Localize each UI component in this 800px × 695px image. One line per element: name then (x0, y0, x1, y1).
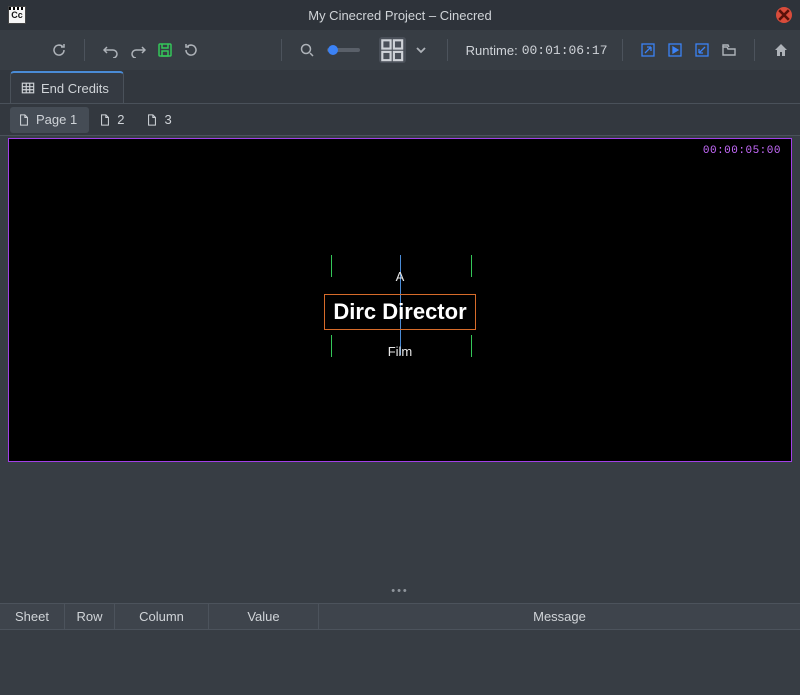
toolbar: Runtime: 00:01:06:17 (0, 30, 800, 70)
guide-marker (471, 255, 472, 277)
close-button[interactable] (776, 7, 792, 23)
refresh-icon (51, 42, 67, 58)
page-tab-3[interactable]: 3 (138, 107, 183, 133)
layout-grid-button[interactable] (379, 37, 405, 63)
col-row[interactable]: Row (65, 604, 115, 629)
open-folder-button[interactable] (717, 37, 740, 63)
search-icon (299, 42, 315, 58)
page-tab-2-label: 2 (117, 112, 124, 127)
chevron-down-icon (413, 42, 429, 58)
zoom-slider-knob[interactable] (328, 45, 338, 55)
app-icon: Cc (8, 6, 26, 24)
undo-icon (103, 42, 119, 58)
close-icon (776, 7, 792, 23)
page-icon (18, 114, 30, 126)
play-start-icon (640, 42, 656, 58)
revert-button[interactable] (180, 37, 203, 63)
redo-icon (130, 42, 146, 58)
zoom-slider[interactable] (327, 48, 361, 52)
save-icon (157, 42, 173, 58)
undo-button[interactable] (99, 37, 122, 63)
page-tab-3-label: 3 (164, 112, 171, 127)
refresh-button[interactable] (47, 37, 70, 63)
tab-end-credits[interactable]: End Credits (10, 71, 124, 103)
revert-icon (183, 42, 199, 58)
splitter-handle[interactable]: ••• (391, 585, 409, 597)
messages-table: Sheet Row Column Value Message (0, 603, 800, 695)
spreadsheet-icon (21, 81, 35, 95)
save-button[interactable] (153, 37, 176, 63)
canvas-timecode: 00:00:05:00 (703, 145, 781, 157)
col-column[interactable]: Column (115, 604, 209, 629)
home-button[interactable] (769, 37, 792, 63)
page-icon (99, 114, 111, 126)
zoom-button[interactable] (296, 37, 319, 63)
page-tab-1[interactable]: Page 1 (10, 107, 89, 133)
window-title: My Cinecred Project – Cinecred (0, 8, 800, 23)
play-icon (667, 42, 683, 58)
canvas-wrapper: 00:00:05:00 A Dirc Director Film (0, 136, 800, 464)
runtime-label: Runtime: (466, 43, 518, 58)
main-tab-bar: End Credits (0, 70, 800, 104)
grid-icon (379, 37, 405, 63)
page-icon (146, 114, 158, 126)
table-body (0, 630, 800, 695)
col-value[interactable]: Value (209, 604, 319, 629)
page-tab-2[interactable]: 2 (91, 107, 136, 133)
play-start-button[interactable] (636, 37, 659, 63)
redo-button[interactable] (126, 37, 149, 63)
runtime-value: 00:01:06:17 (522, 43, 608, 58)
credit-top-line: A (396, 269, 405, 284)
play-end-button[interactable] (690, 37, 713, 63)
tab-end-credits-label: End Credits (41, 81, 109, 96)
play-button[interactable] (663, 37, 686, 63)
title-bar: Cc My Cinecred Project – Cinecred (0, 0, 800, 30)
credit-main-line[interactable]: Dirc Director (324, 294, 475, 330)
col-message[interactable]: Message (319, 604, 800, 629)
layout-dropdown[interactable] (410, 37, 433, 63)
page-tab-1-label: Page 1 (36, 112, 77, 127)
home-icon (773, 42, 789, 58)
folder-open-icon (721, 42, 737, 58)
table-header: Sheet Row Column Value Message (0, 604, 800, 630)
play-end-icon (694, 42, 710, 58)
credit-sub-line: Film (388, 344, 413, 359)
empty-panel: ••• (0, 464, 800, 603)
credits-block: A Dirc Director Film (330, 269, 470, 359)
preview-canvas[interactable]: 00:00:05:00 A Dirc Director Film (8, 138, 792, 462)
col-sheet[interactable]: Sheet (0, 604, 65, 629)
guide-marker (471, 335, 472, 357)
page-tab-bar: Page 1 2 3 (0, 104, 800, 136)
